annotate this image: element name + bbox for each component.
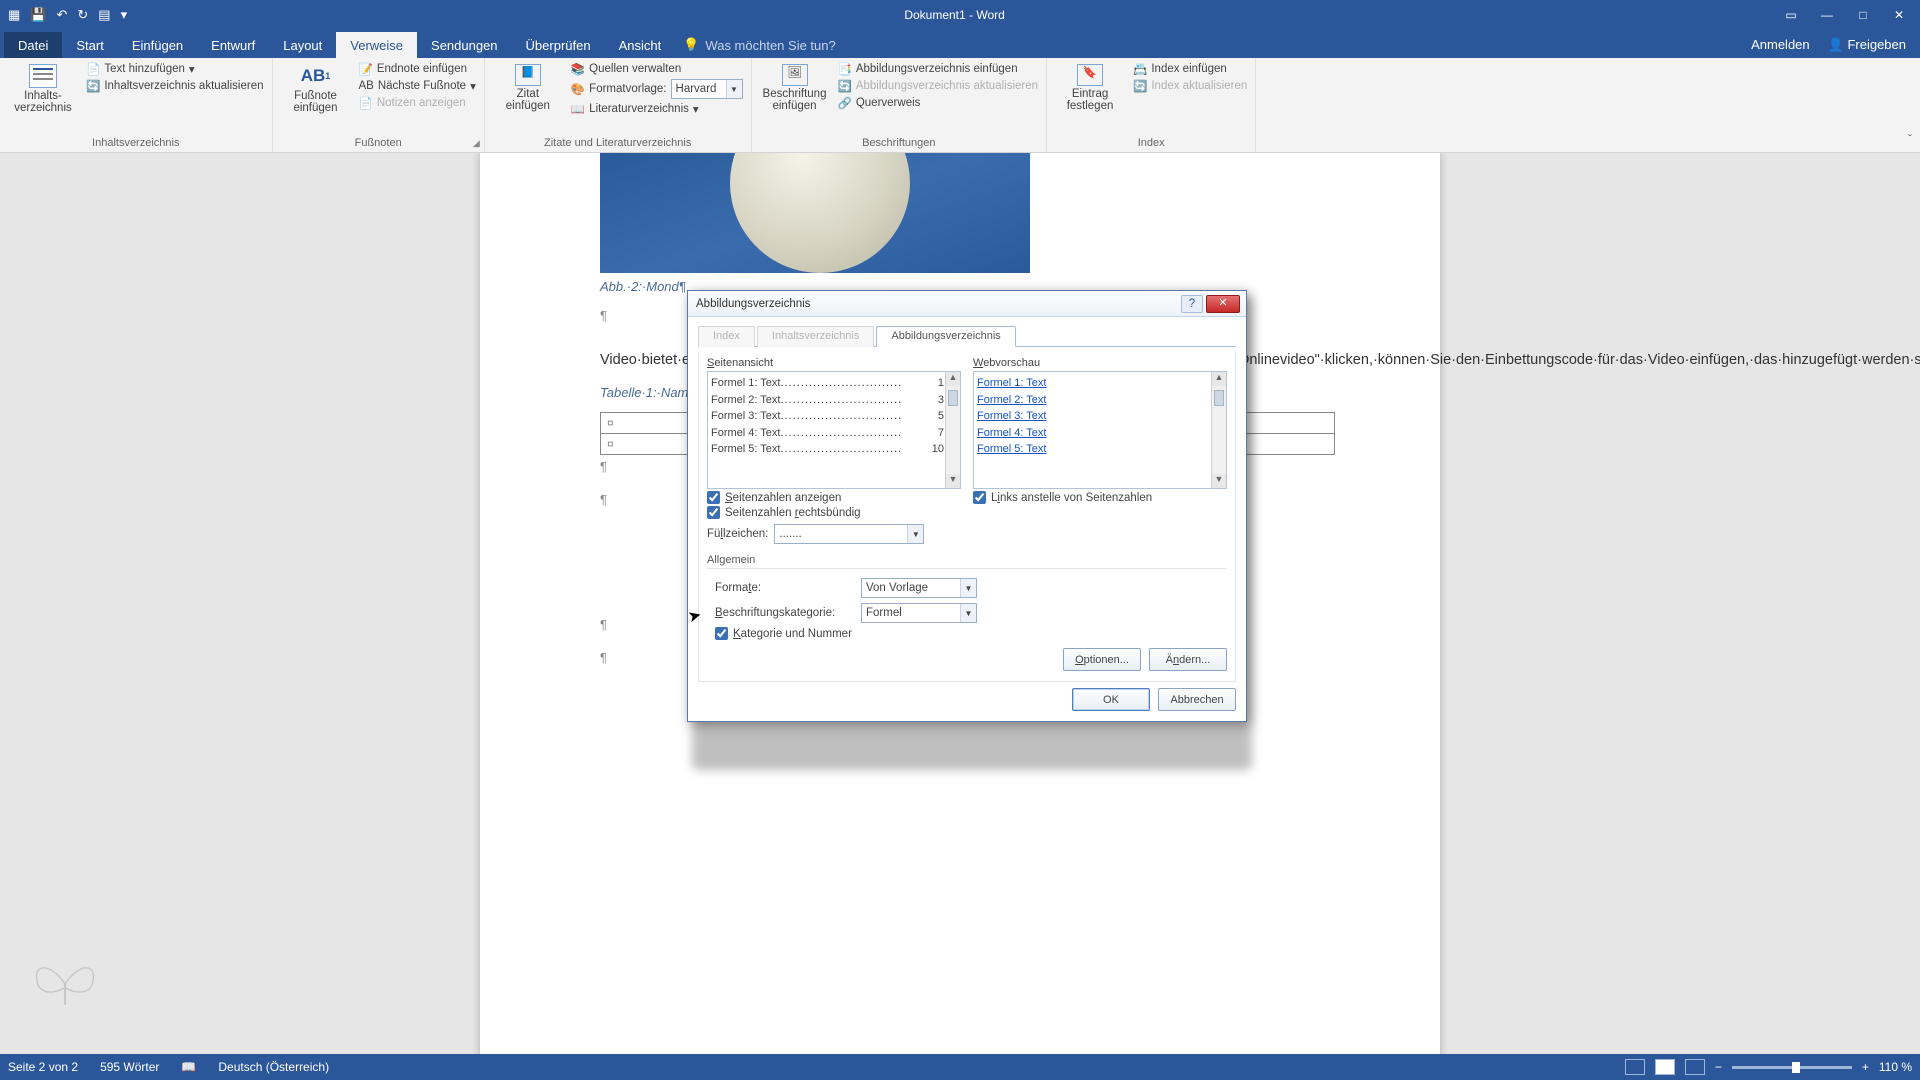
mark-entry-button[interactable]: 🔖 Eintrag festlegen [1055,62,1125,112]
group-label: Inhaltsverzeichnis [8,135,264,150]
tab-verweise[interactable]: Verweise [336,32,417,58]
dialog-close-icon[interactable]: ✕ [1206,295,1240,313]
word-icon: ▦ [8,7,20,23]
scrollbar[interactable]: ▲▼ [945,372,960,488]
ribbon: Inhalts- verzeichnis 📄 Text hinzufügen ▾… [0,58,1920,153]
title-bar: ▦ 💾 ↶ ↻ ▤ ▾ Dokument1 - Word ▭ — □ ✕ [0,0,1920,30]
category-label: Beschriftungskategorie: [715,607,855,619]
collapse-ribbon-icon[interactable]: ˇ [1908,134,1912,146]
insert-footnote-button[interactable]: AB1 Fußnote einfügen [281,62,351,114]
print-preview: Formel 1: Text .........................… [707,371,961,489]
zoom-in-icon[interactable]: + [1862,1060,1869,1074]
dialog-tab-toc: Inhaltsverzeichnis [757,326,874,347]
insert-index-button[interactable]: 📇 Index einfügen [1133,62,1247,76]
insert-tof-button[interactable]: 📑 Abbildungsverzeichnis einfügen [838,62,1039,76]
category-number-checkbox[interactable]: Kategorie und Nummer [715,627,1227,640]
redo-icon[interactable]: ↻ [77,7,88,23]
modify-button[interactable]: Ändern... [1149,648,1227,671]
close-icon[interactable]: ✕ [1882,4,1916,26]
general-label: Allgemein [707,554,1227,566]
view-web-icon[interactable] [1685,1059,1705,1075]
tab-einfuegen[interactable]: Einfügen [118,32,197,58]
toc-button[interactable]: Inhalts- verzeichnis [8,62,78,114]
cross-reference-button[interactable]: 🔗 Querverweis [838,96,1039,110]
tab-ueberpruefen[interactable]: Überprüfen [512,32,605,58]
tell-me[interactable]: 💡 Was möchten Sie tun? [683,37,836,58]
status-language[interactable]: Deutsch (Österreich) [218,1060,329,1074]
manage-sources-button[interactable]: 📚 Quellen verwalten [571,62,743,76]
add-text-button[interactable]: 📄 Text hinzufügen ▾ [86,62,264,76]
web-preview: Formel 1: TextFormel 2: TextFormel 3: Te… [973,371,1227,489]
qat-customize-icon[interactable]: ▾ [121,7,128,23]
status-bar: Seite 2 von 2 595 Wörter 📖 Deutsch (Öste… [0,1054,1920,1080]
dialog-tab-index: Index [698,326,755,347]
show-notes-button: 📄 Notizen anzeigen [359,96,476,110]
tab-datei[interactable]: Datei [4,32,62,58]
help-icon[interactable]: ? [1181,295,1203,313]
formats-select[interactable]: Von Vorlage▼ [861,578,977,598]
update-tof-button: 🔄 Abbildungsverzeichnis aktualisieren [838,79,1039,93]
watermark-butterfly-icon [30,954,100,1014]
zoom-out-icon[interactable]: − [1715,1060,1722,1074]
tab-layout[interactable]: Layout [269,32,336,58]
insert-citation-button[interactable]: 📘 Zitat einfügen [493,62,563,112]
quick-access-toolbar: ▦ 💾 ↶ ↻ ▤ ▾ [0,7,135,23]
style-select[interactable]: 🎨 Formatvorlage: Harvard▼ [571,79,743,99]
table-of-figures-dialog: Abbildungsverzeichnis ? ✕ Index Inhaltsv… [687,290,1247,722]
update-toc-button[interactable]: 🔄 Inhaltsverzeichnis aktualisieren [86,79,264,93]
status-proofing-icon[interactable]: 📖 [181,1060,196,1074]
open-icon[interactable]: ▤ [98,7,110,23]
web-preview-label: Webvorschau [973,357,1227,369]
leader-select[interactable]: .......▼ [774,524,924,544]
bibliography-button[interactable]: 📖 Literaturverzeichnis ▾ [571,102,743,116]
image-moon[interactable] [600,153,1030,273]
bulb-icon: 💡 [683,37,699,53]
formats-label: Formate: [715,582,855,594]
dialog-tab-figures[interactable]: Abbildungsverzeichnis [876,326,1015,347]
zoom-slider[interactable] [1732,1066,1852,1069]
options-button[interactable]: Optionen... [1063,648,1141,671]
ok-button[interactable]: OK [1072,688,1150,711]
minimize-icon[interactable]: — [1810,4,1844,26]
status-page[interactable]: Seite 2 von 2 [8,1060,78,1074]
cancel-button[interactable]: Abbrechen [1158,688,1236,711]
maximize-icon[interactable]: □ [1846,4,1880,26]
next-footnote-button[interactable]: AB Nächste Fußnote ▾ [359,79,476,93]
scrollbar[interactable]: ▲▼ [1211,372,1226,488]
window-title: Dokument1 - Word [135,8,1774,22]
leader-label: Füllzeichen: [707,528,768,540]
tab-entwurf[interactable]: Entwurf [197,32,269,58]
share-button[interactable]: 👤 Freigeben [1828,37,1906,53]
tab-sendungen[interactable]: Sendungen [417,32,512,58]
view-print-icon[interactable] [1655,1059,1675,1075]
right-align-checkbox[interactable]: Seitenzahlen rechtsbündig [707,506,961,519]
use-hyperlinks-checkbox[interactable]: Links anstelle von Seitenzahlen [973,491,1227,504]
ribbon-display-icon[interactable]: ▭ [1774,4,1808,26]
print-preview-label: Seitenansicht [707,357,961,369]
dialog-titlebar[interactable]: Abbildungsverzeichnis ? ✕ [688,291,1246,317]
undo-icon[interactable]: ↶ [56,7,67,23]
ribbon-tabs: Datei Start Einfügen Entwurf Layout Verw… [0,30,1920,58]
zoom-level[interactable]: 110 % [1879,1060,1912,1074]
tab-ansicht[interactable]: Ansicht [605,32,676,58]
save-icon[interactable]: 💾 [30,7,46,23]
footnotes-dialog-launcher-icon[interactable]: ◢ [473,138,480,149]
status-words[interactable]: 595 Wörter [100,1060,159,1074]
tab-start[interactable]: Start [62,32,117,58]
update-index-button: 🔄 Index aktualisieren [1133,79,1247,93]
insert-endnote-button[interactable]: 📝 Endnote einfügen [359,62,476,76]
show-page-numbers-checkbox[interactable]: Seitenzahlen anzeigen [707,491,961,504]
category-select[interactable]: Formel▼ [861,603,977,623]
view-read-icon[interactable] [1625,1059,1645,1075]
insert-caption-button[interactable]: 🖼 Beschriftung einfügen [760,62,830,112]
dialog-title: Abbildungsverzeichnis [694,298,1181,310]
sign-in[interactable]: Anmelden [1751,37,1810,53]
